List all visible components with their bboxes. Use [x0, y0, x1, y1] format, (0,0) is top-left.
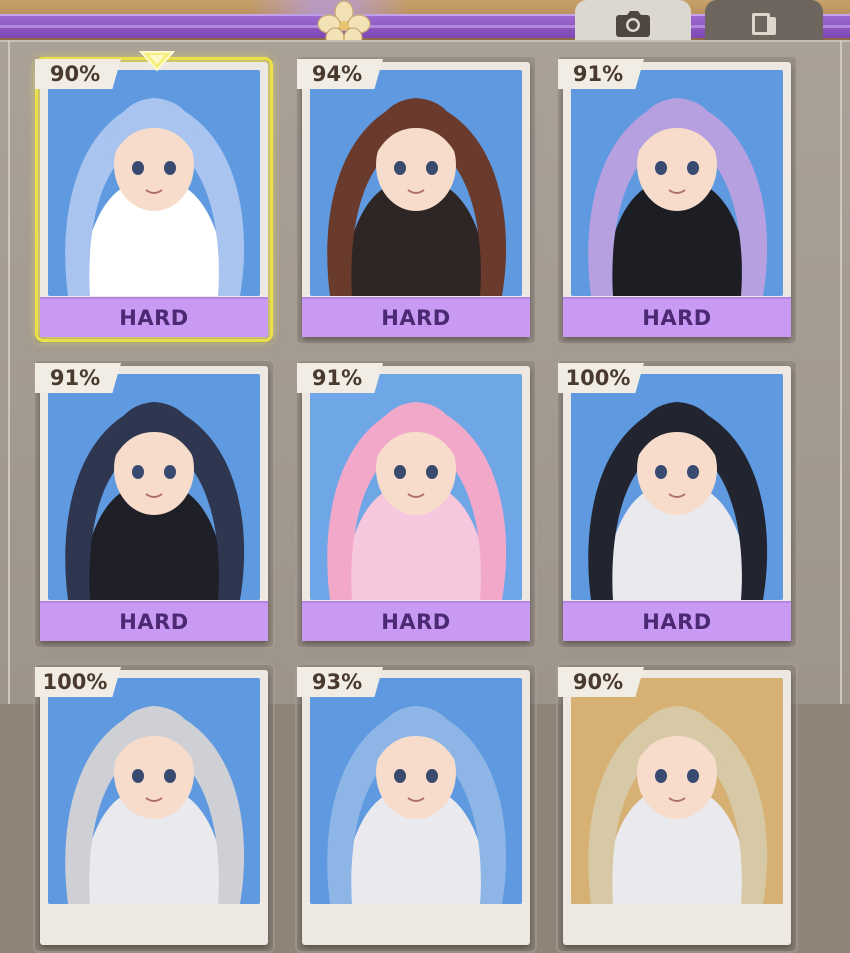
character-art	[310, 70, 522, 296]
completion-percent: 90%	[558, 667, 644, 697]
completion-percent: 93%	[297, 667, 383, 697]
difficulty-label: HARD	[563, 297, 791, 337]
character-card[interactable]: 93%	[297, 667, 530, 945]
character-art	[571, 678, 783, 904]
camera-icon	[616, 11, 650, 37]
difficulty-label: HARD	[302, 297, 530, 337]
difficulty-label: HARD	[40, 297, 268, 337]
difficulty-label: HARD	[302, 601, 530, 641]
completion-percent: 91%	[297, 363, 383, 393]
character-art	[571, 70, 783, 296]
character-card[interactable]: HARD 91%	[35, 363, 268, 641]
completion-percent: 91%	[558, 59, 644, 89]
character-card[interactable]: HARD 91%	[558, 59, 791, 337]
card-portrait	[48, 374, 260, 600]
completion-percent: 94%	[297, 59, 383, 89]
character-card[interactable]: 90%	[558, 667, 791, 945]
character-card[interactable]: HARD 100%	[558, 363, 791, 641]
card-portrait	[310, 678, 522, 904]
character-card[interactable]: HARD 94%	[297, 59, 530, 337]
completion-percent: 100%	[558, 363, 644, 393]
card-portrait	[310, 374, 522, 600]
completion-percent: 91%	[35, 363, 121, 393]
card-portrait	[571, 374, 783, 600]
character-art	[571, 374, 783, 600]
card-portrait	[310, 70, 522, 296]
character-art	[48, 70, 260, 296]
character-art	[48, 374, 260, 600]
completion-percent: 100%	[35, 667, 121, 697]
card-portrait	[48, 70, 260, 296]
selection-marker-icon	[138, 50, 176, 72]
card-portrait	[571, 70, 783, 296]
completion-percent: 90%	[35, 59, 121, 89]
character-art	[310, 374, 522, 600]
card-portrait	[571, 678, 783, 904]
difficulty-label: HARD	[40, 601, 268, 641]
card-portrait	[48, 678, 260, 904]
gallery-icon	[752, 13, 776, 35]
character-card[interactable]: 100%	[35, 667, 268, 945]
character-card[interactable]: HARD 90%	[35, 51, 273, 342]
character-art	[48, 678, 260, 904]
difficulty-label: HARD	[563, 601, 791, 641]
character-card[interactable]: HARD 91%	[297, 363, 530, 641]
character-art	[310, 678, 522, 904]
